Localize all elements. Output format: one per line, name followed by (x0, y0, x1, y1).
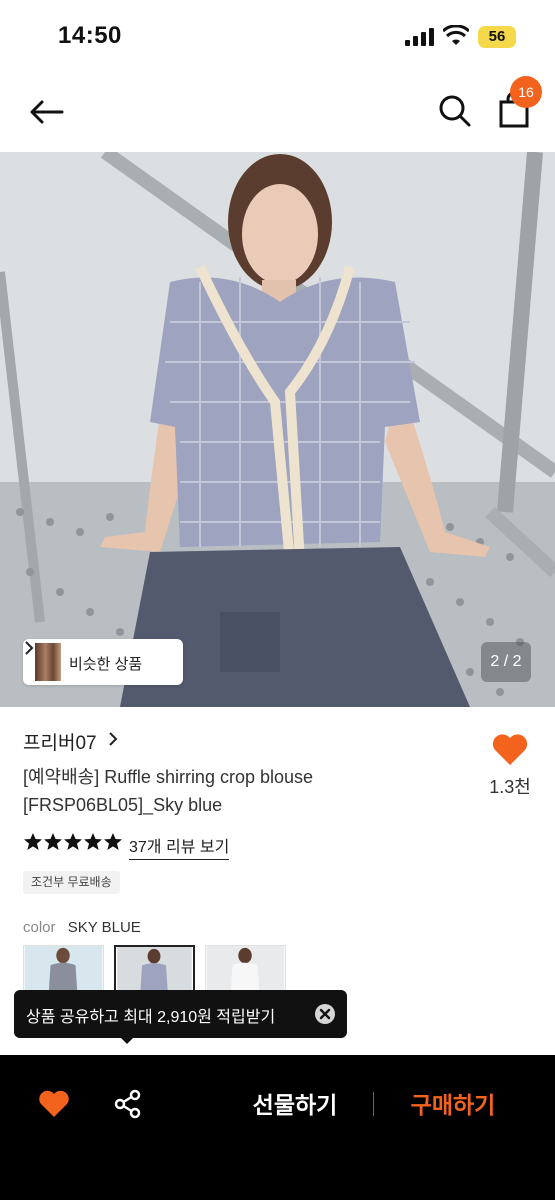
similar-products-label: 비슷한 상품 (69, 656, 143, 673)
shipping-badge: 조건부 무료배송 (23, 871, 120, 894)
tooltip-tail (119, 1036, 135, 1044)
divider (373, 1092, 374, 1116)
product-title-line1: [예약배송] Ruffle shirring crop blouse (23, 767, 314, 787)
swatch-image (24, 946, 103, 994)
buy-button[interactable]: 구매하기 (398, 1087, 508, 1123)
battery-indicator: 56 (478, 26, 516, 48)
similar-product-thumbnail (35, 643, 61, 681)
product-image[interactable]: 비슷한 상품 2 / 2 (0, 152, 555, 707)
status-time: 14:50 (58, 22, 122, 49)
color-row: color SKY BLUE (23, 919, 141, 936)
swatch-image (206, 946, 285, 994)
cart-count-badge: 16 (510, 76, 542, 108)
color-swatch[interactable] (23, 945, 104, 995)
search-icon[interactable] (434, 90, 474, 130)
like-count: 1.3천 (489, 777, 531, 797)
nav-header (0, 72, 555, 152)
heart-icon[interactable] (38, 1089, 70, 1119)
similar-products-button[interactable]: 비슷한 상품 (23, 639, 183, 685)
product-title-line2: [FRSP06BL05]_Sky blue (23, 795, 223, 815)
review-link[interactable]: 37개 리뷰 보기 (129, 833, 230, 860)
bottom-action-bar: 선물하기 구매하기 (0, 1055, 555, 1200)
heart-icon[interactable] (490, 731, 530, 767)
color-value: SKY BLUE (67, 919, 141, 936)
close-icon[interactable] (314, 1003, 336, 1025)
signal-icon (405, 28, 434, 46)
gift-button[interactable]: 선물하기 (240, 1087, 350, 1123)
tooltip-text: 상품 공유하고 최대 2,910원 적립받기 (26, 1009, 276, 1026)
color-label: color (23, 919, 56, 936)
swatch-image (117, 947, 192, 993)
wifi-icon (443, 25, 469, 45)
product-title: [예약배송] Ruffle shirring crop blouse [FRSP… (23, 763, 463, 819)
chevron-right-icon (25, 641, 34, 655)
image-page-counter: 2 / 2 (481, 642, 531, 682)
color-swatch-selected[interactable] (114, 945, 195, 995)
color-swatch[interactable] (205, 945, 286, 995)
brand-link[interactable]: 프리버07 (23, 728, 118, 754)
product-photo (0, 152, 555, 707)
star-rating-icon (24, 833, 122, 850)
back-arrow-icon[interactable] (26, 92, 66, 132)
chevron-right-icon (109, 732, 118, 746)
brand-name: 프리버07 (23, 733, 97, 754)
status-bar: 14:50 56 (0, 0, 555, 72)
share-icon[interactable] (113, 1089, 143, 1119)
share-reward-tooltip: 상품 공유하고 최대 2,910원 적립받기 (14, 990, 347, 1038)
